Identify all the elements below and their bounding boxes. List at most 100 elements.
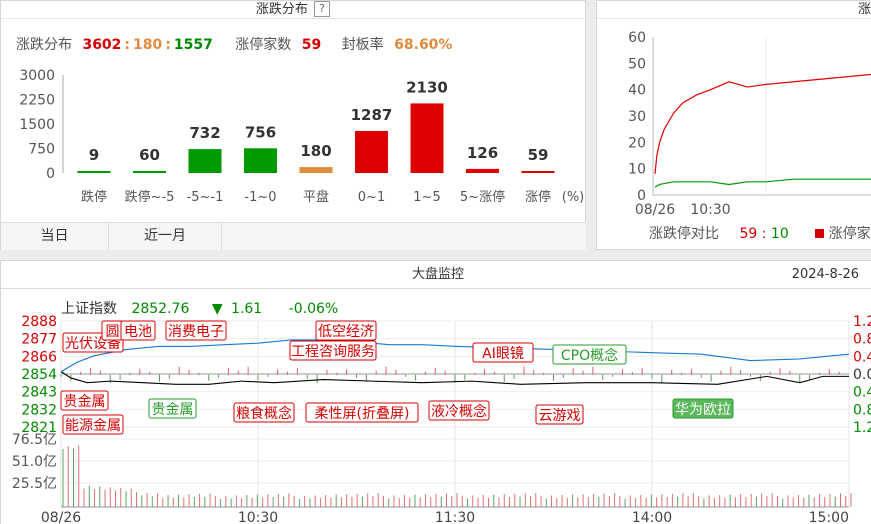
x-tick-label: 1~5 [413,190,440,205]
y-tick-label: 60 [628,30,646,46]
y-tick-label: 50 [628,56,646,72]
volume-tick-label: 25.5亿 [12,476,57,492]
y-tick-label: 2877 [21,332,57,348]
distribution-stats: 涨跌分布 3602:180:1557 涨停家数 59 封板率 68.60% [16,34,452,54]
event-tag-label: 云游戏 [539,408,581,424]
x-tick-label: 10:30 [690,202,730,218]
event-tag-label: 华为欧拉 [675,402,731,418]
y-tick-label-pct: 1.2 [853,314,871,330]
event-tag-label: 粮食概念 [236,405,292,422]
series-line [654,178,871,188]
event-tag-label: 圆 [106,324,120,340]
y-tick-label: 40 [628,83,646,99]
y-tick-label: 3000 [19,68,55,84]
flat-count: 180 [133,37,163,53]
x-tick-label: 跌停 [81,189,107,205]
event-tag-label: 能源金属 [65,418,121,434]
y-tick-label-pct: 0.8 [853,332,871,348]
bar [188,149,222,173]
x-tick-label: 11:30 [435,510,475,524]
bar-value-label: 756 [245,123,276,141]
distribution-tabs: 当日 近一月 [1,222,586,250]
x-tick-label: -1~0 [244,190,276,205]
bar [521,171,555,173]
bar-value-label: 59 [528,146,549,164]
x-tick-label: 08/26 [41,510,81,524]
event-tag-label: CPO概念 [561,347,618,364]
ratio-title: 涨 [597,1,871,19]
bar [299,167,333,173]
distribution-title-text: 涨跌分布 [255,2,308,17]
y-tick-label: 2250 [19,93,55,109]
tab-month[interactable]: 近一月 [109,223,222,250]
ratio-up: 59 [739,226,758,242]
y-tick-label: 2866 [21,349,57,365]
event-tag-label: 柔性屏(折叠屏) [315,406,410,422]
event-tag-label: 电池 [124,324,152,340]
monitor-title: 大盘监控 [411,267,464,282]
bar [77,171,111,173]
limit-ratio-panel: 涨 60 50 40 30 20 10 0 08/26 10:30 涨跌停对比 59 : 10 … [596,0,871,250]
y-tick-label-pct: 1.2 [853,420,871,436]
y-tick-label: 10 [628,162,646,178]
ratio-footer: 涨跌停对比 59 : 10 涨停家 [649,223,871,243]
bar [466,168,499,173]
y-tick-label: 2888 [21,314,57,330]
volume-tick-label: 76.5亿 [12,432,57,448]
up-count: 3602 [82,37,122,53]
down-count: 1557 [173,37,213,53]
y-tick-label-pct: 0.8 [853,402,871,418]
bar-value-label: 60 [139,146,160,164]
market-dashboard: 涨跌分布 ? 涨跌分布 3602:180:1557 涨停家数 59 封板率 68… [0,0,871,524]
y-tick-label: 30 [628,109,646,125]
volume-tick-label: 51.0亿 [12,454,57,470]
sep1: : [124,37,131,53]
legend-up-label: 涨停家 [828,226,871,242]
y-tick-label: 2832 [21,402,57,418]
event-tag-label: 消费电子 [168,324,224,340]
y-tick-label-pct: 0.4 [853,385,871,401]
limit-ratio-chart: 605040302010008/26 10:30 [628,30,871,218]
monitor-date: 2024-8-26 [791,267,859,282]
x-tick-label: 08/26 [635,202,675,218]
y-tick-label-pct: 0.0 [853,367,871,383]
series-line [654,73,871,174]
bar-value-label: 732 [189,124,220,142]
y-tick-label-pct: 0.4 [853,349,871,365]
bar-value-label: 1287 [351,106,393,124]
legend-up-swatch [815,229,825,238]
bar [355,130,388,173]
bar-value-label: 180 [300,142,331,160]
x-tick-label: 跌停~-5 [125,189,175,205]
help-icon[interactable]: ? [314,1,331,17]
x-tick-label: 15:00 [809,510,849,524]
index-chart: 2888 1.2 2877 0.8 2866 0.4 2854 0.0 2843 0.4 2832 0… [12,314,871,524]
tab-today[interactable]: 当日 [1,223,109,250]
y-tick-label: 20 [628,135,646,151]
event-tag-label: 贵金属 [152,402,194,418]
y-tick-label: 2843 [21,385,57,401]
y-tick-label: 750 [28,142,55,158]
limit-up-count: 59 [301,37,322,53]
y-tick-label: 0 [46,166,55,182]
x-tick-label: 涨停 [525,189,551,205]
ratio-down: 10 [770,226,789,242]
distribution-chart: 3000 2250 1500 750 0 9 跌停 60 跌停~-5 732 -5~-1 756 -1~… [19,68,585,205]
unit-label: (%) [562,190,585,205]
event-tag-label: 低空经济 [318,324,374,340]
distribution-panel: 涨跌分布 ? 涨跌分布 3602:180:1557 涨停家数 59 封板率 68… [0,0,586,250]
y-tick-label: 1500 [19,117,55,133]
event-tag-label: 液冷概念 [431,403,487,420]
bar [410,103,444,173]
x-tick-label: 0~1 [358,190,385,205]
x-tick-label: 10:30 [238,510,278,524]
bar-value-label: 2130 [406,78,448,96]
bar-value-label: 9 [89,146,99,164]
event-tag-label: 工程咨询服务 [291,344,375,360]
sep2: : [165,37,171,53]
dist-label: 涨跌分布 [16,37,72,53]
x-tick-label: 14:00 [632,510,672,524]
x-tick-label: -5~-1 [187,190,224,205]
ratio-label: 涨跌停对比 [649,226,719,242]
x-tick-label: 平盘 [303,189,329,205]
